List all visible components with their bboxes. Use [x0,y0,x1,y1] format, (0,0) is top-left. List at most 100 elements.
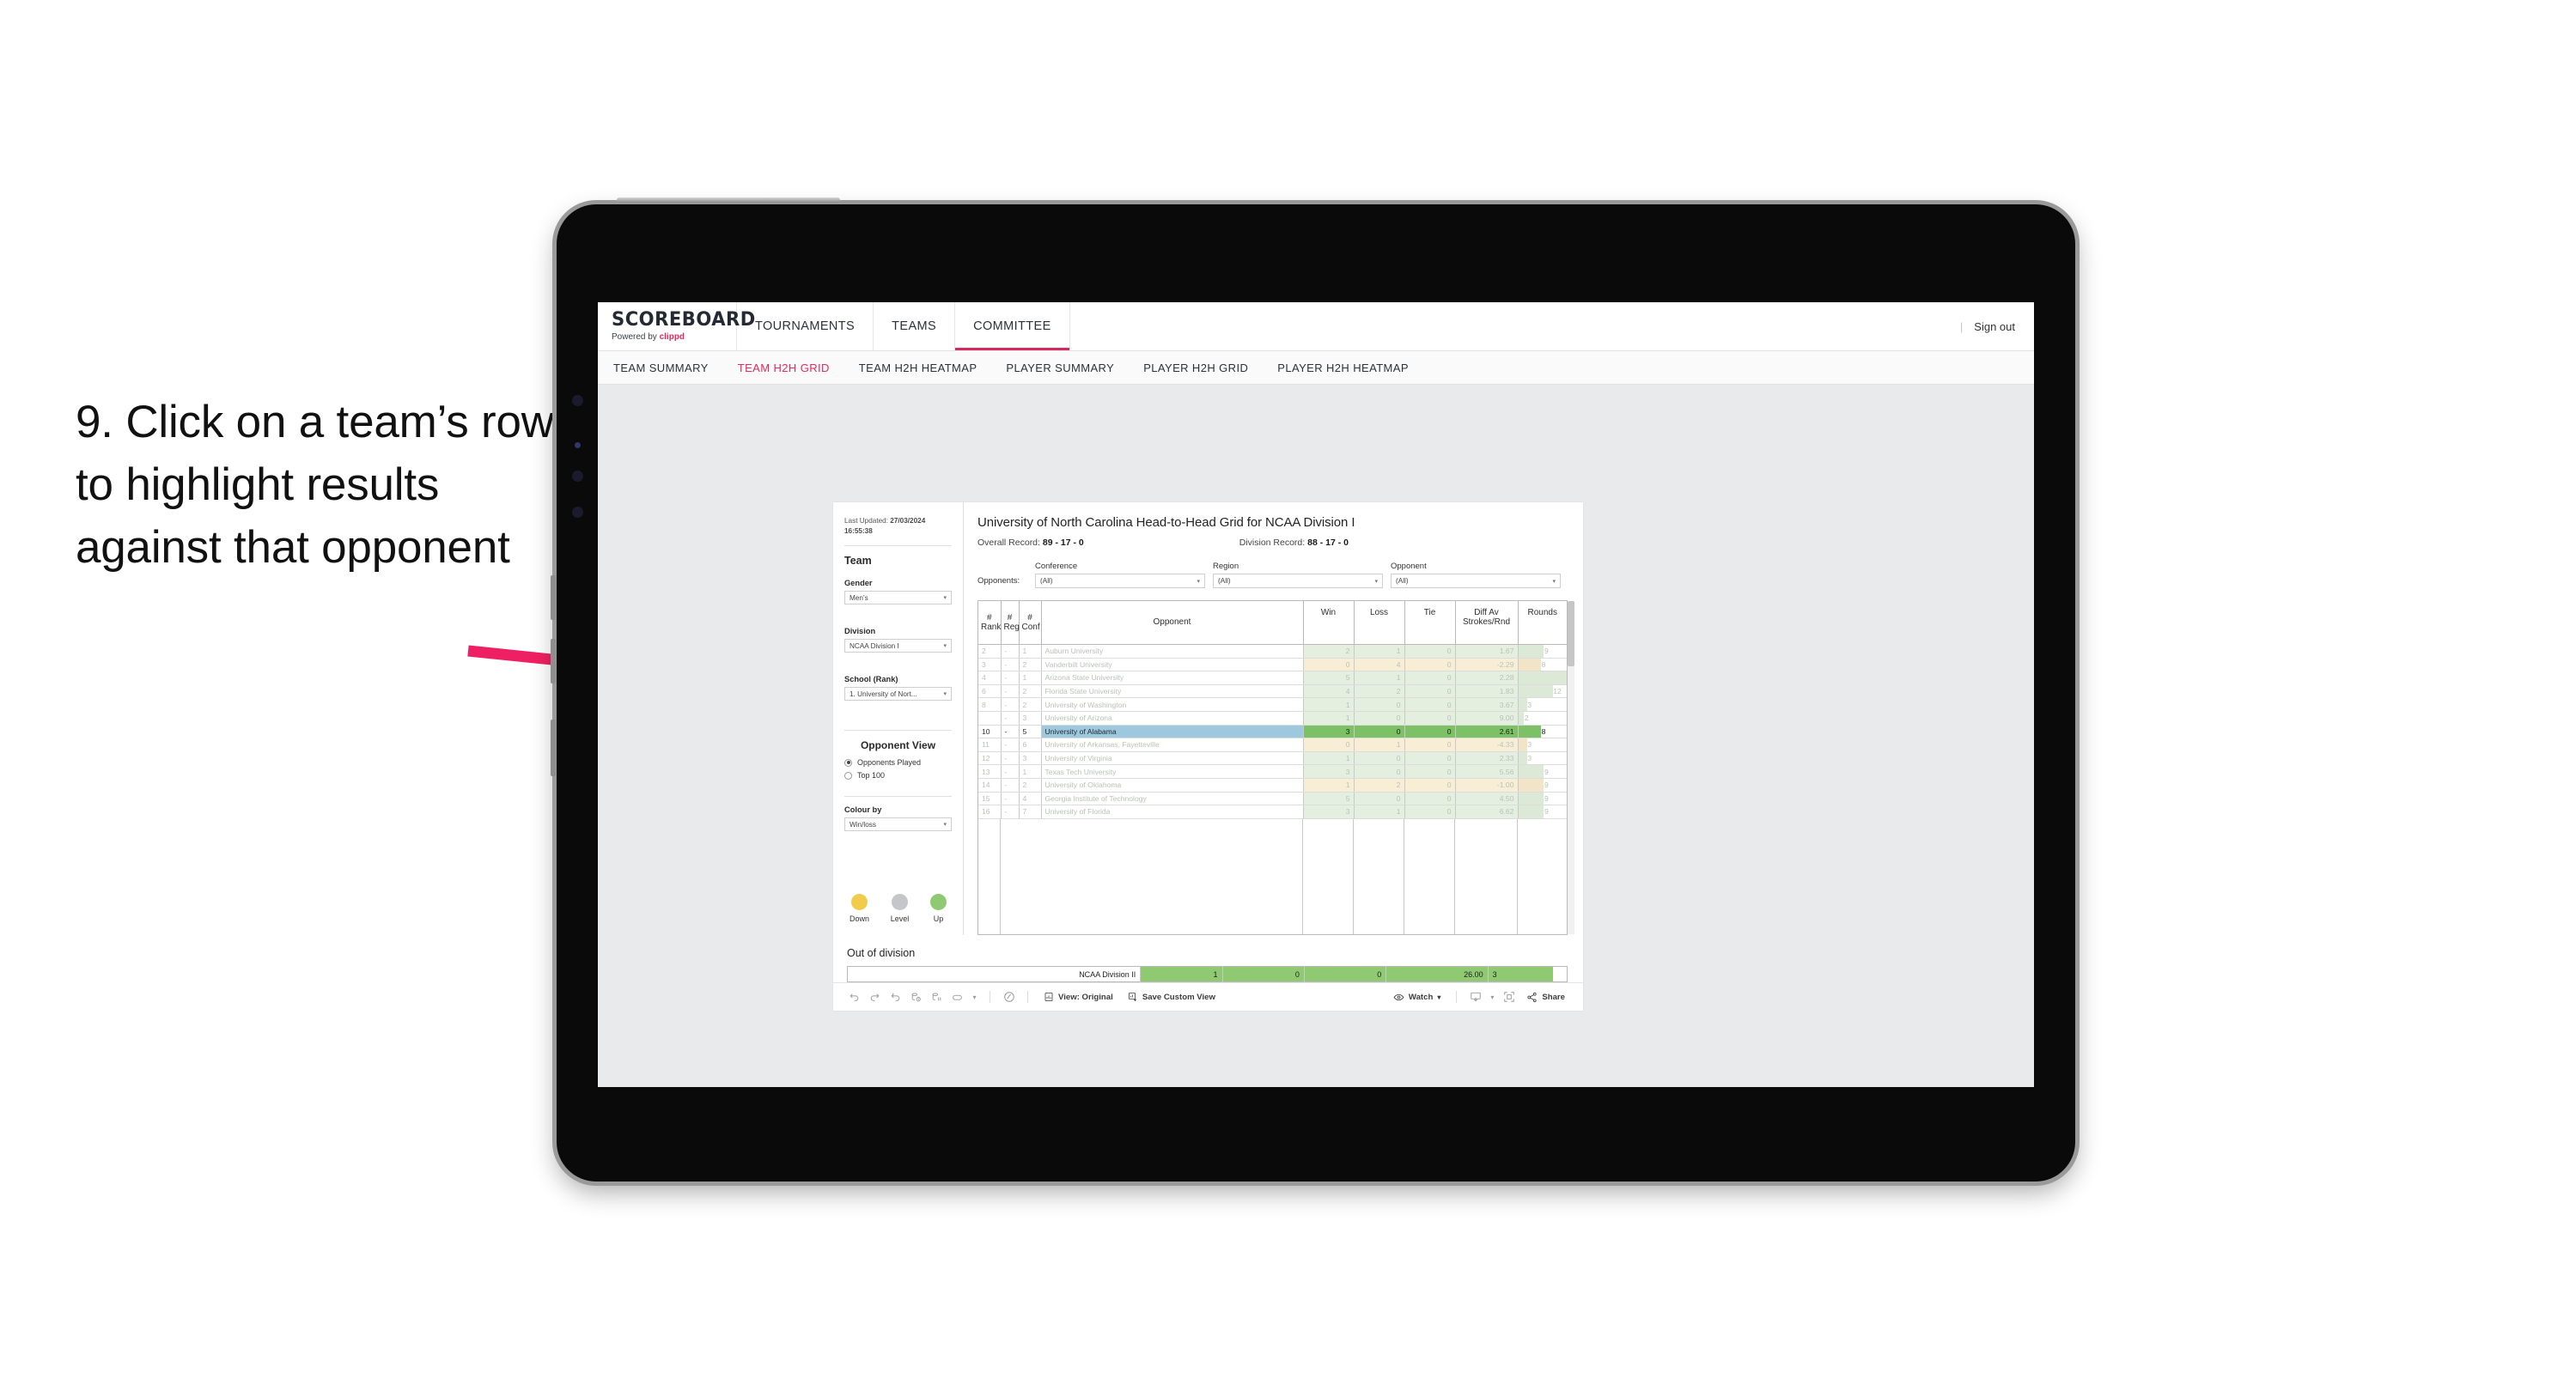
table-row[interactable]: 4-1Arizona State University5102.2817 [978,671,1567,685]
grid-scrollbar-thumb[interactable] [1568,601,1574,666]
chevron-down-icon[interactable]: ▾ [969,988,980,1006]
sign-out-link[interactable]: Sign out [1974,320,2015,333]
subnav-item-player-h2h-grid[interactable]: PLAYER H2H GRID [1143,361,1267,374]
col-header-rank: # Rank [978,601,1002,645]
table-row[interactable]: 3-2 Vanderbilt University 0 4 0 -2.29 8 [978,658,1567,672]
table-row[interactable]: 16-7 University of Florida 3 1 0 6.62 9 [978,805,1567,819]
colour-by-label: Colour by [844,805,882,815]
fullscreen-icon[interactable] [1500,988,1518,1006]
filter-opponent-select[interactable]: (All) ▾ [1391,574,1561,588]
cell-reg: - [1001,684,1020,699]
cell-reg: - [1001,792,1020,806]
chevron-down-icon[interactable]: ▾ [1487,988,1497,1006]
cell-rounds: 3 [1518,738,1567,752]
cell-diff: 9.00 [1455,711,1519,726]
tablet-sensor [572,471,583,482]
watch-button[interactable]: Watch ▾ [1387,992,1446,1003]
h2h-grid-table[interactable]: # Rank # Reg # Conf Opponent Win Loss Tie D… [977,600,1574,935]
table-row[interactable]: 12-3 University of Virginia 1 0 0 2.33 3 [978,751,1567,766]
grid-vertical-scrollbar[interactable] [1568,601,1574,934]
table-row[interactable]: 11-6 University of Arkansas, Fayetteville… [978,738,1567,752]
refresh-data-icon[interactable] [907,988,925,1006]
overall-record: Overall Record: 89 - 17 - 0 [977,538,1084,548]
share-label: Share [1542,992,1565,1002]
cell-opponent: Vanderbilt University [1041,658,1304,672]
ood-diff: 26.00 [1385,966,1489,982]
app-logo[interactable]: SCOREBOARD Powered by clippd [598,302,755,350]
share-button[interactable]: Share [1520,992,1571,1003]
division-select[interactable]: NCAA Division I ▾ [844,639,952,653]
pause-data-icon[interactable] [928,988,946,1006]
filter-conference-select[interactable]: (All) ▾ [1035,574,1205,588]
grid-main-area: University of North Carolina Head-to-Hea… [964,502,1583,935]
download-icon[interactable] [1466,988,1484,1006]
table-row[interactable]: 13-1 Texas Tech University 3 0 0 5.56 9 [978,764,1567,779]
school-rank-select[interactable]: 1. University of Nort... ▾ [844,687,952,702]
subnav-item-player-summary[interactable]: PLAYER SUMMARY [1006,361,1133,374]
undo-icon[interactable] [845,988,863,1006]
legend-label-up: Up [933,914,944,923]
subnav-item-player-h2h-heatmap[interactable]: PLAYER H2H HEATMAP [1277,361,1428,374]
cell-rank: 14 [978,778,1002,793]
table-row[interactable]: 15-4 Georgia Institute of Technology 5 0 0 4.… [978,792,1567,806]
eye-icon [1393,993,1404,1000]
legend-dot-level-icon [892,894,908,910]
cell-rounds: 17 [1518,671,1567,685]
table-row[interactable]: 2-1 Auburn University 2 1 0 1.67 9 [978,644,1567,659]
view-icon [1044,993,1053,1001]
cell-conf: 1 [1019,764,1042,779]
out-of-division-row[interactable]: NCAA Division II 1 0 0 26.00 3 [847,966,1568,982]
highlight-shape-icon[interactable] [948,988,966,1006]
topnav-item-tournaments[interactable]: TOURNAMENTS [737,302,874,350]
cell-win: 5 [1303,671,1355,685]
page-title: University of North Carolina Head-to-Hea… [977,515,1355,530]
visualization-container: Last Updated: 27/03/2024 16:55:38 Team G… [833,502,1583,1011]
save-custom-view-label: Save Custom View [1142,992,1215,1002]
clear-sheet-icon[interactable] [1000,988,1018,1006]
ood-win: 1 [1140,966,1223,982]
subnav-item-team-h2h-heatmap[interactable]: TEAM H2H HEATMAP [859,361,996,374]
cell-rounds: 9 [1518,778,1567,793]
save-custom-view-button[interactable]: Save Custom View [1122,992,1221,1002]
out-of-division-section: Out of division NCAA Division II 1 0 0 2 [833,935,1583,982]
gender-select[interactable]: Men’s ▾ [844,591,952,605]
cell-diff: -4.33 [1455,738,1519,752]
cell-rank: 3 [978,658,1002,672]
cell-loss: 0 [1354,751,1405,766]
radio-opponents-played[interactable]: Opponents Played [844,758,952,767]
view-original-button[interactable]: View: Original [1038,992,1119,1002]
cell-loss: 1 [1354,671,1405,685]
subnav-item-team-summary[interactable]: TEAM SUMMARY [613,361,728,374]
cell-win: 4 [1303,684,1355,699]
topnav-item-committee[interactable]: COMMITTEE [955,302,1070,350]
colour-by-select[interactable]: Win/loss ▾ [844,817,952,832]
tablet-front-camera [572,395,583,406]
col-header-rounds: Rounds [1518,601,1567,645]
filter-region-select[interactable]: (All) ▾ [1213,574,1383,588]
cell-opponent: Auburn University [1041,644,1304,659]
panel-heading-team: Team [844,555,872,568]
cell-opponent: Georgia Institute of Technology [1041,792,1304,806]
table-row[interactable]: 10-5 University of Alabama 3 0 0 2.61 8 [978,725,1567,739]
cell-conf: 2 [1019,658,1042,672]
chevron-down-icon: ▾ [1552,578,1556,585]
cell-rounds: 3 [1518,751,1567,766]
redo-icon[interactable] [866,988,884,1006]
overall-record-label: Overall Record: [977,538,1043,548]
cell-loss: 2 [1354,684,1405,699]
revert-icon[interactable] [886,988,904,1006]
radio-on-icon [844,758,852,767]
cell-opponent: University of Oklahoma [1041,778,1304,793]
radio-top-100[interactable]: Top 100 [844,771,952,780]
subnav-item-team-h2h-grid[interactable]: TEAM H2H GRID [738,361,849,374]
table-row[interactable]: 6-2 Florida State University 4 2 0 1.83 12 [978,684,1567,699]
table-row[interactable]: 14-2 University of Oklahoma 1 2 0 -1.00 9 [978,778,1567,793]
grid-scroll-body[interactable]: 2-1 Auburn University 2 1 0 1.67 9 3-2 Vanderbil… [978,644,1567,819]
cell-reg: - [1001,697,1020,712]
topnav-item-teams[interactable]: TEAMS [874,302,956,350]
table-row[interactable]: 8-2 University of Washington 1 0 0 3.67 3 [978,697,1567,712]
ood-name: NCAA Division II [847,966,1142,982]
table-row[interactable]: -3 University of Arizona 1 0 0 9.00 2 [978,711,1567,726]
colour-legend: Down Level Up [844,894,952,923]
filter-conference-value: (All) [1040,577,1053,585]
